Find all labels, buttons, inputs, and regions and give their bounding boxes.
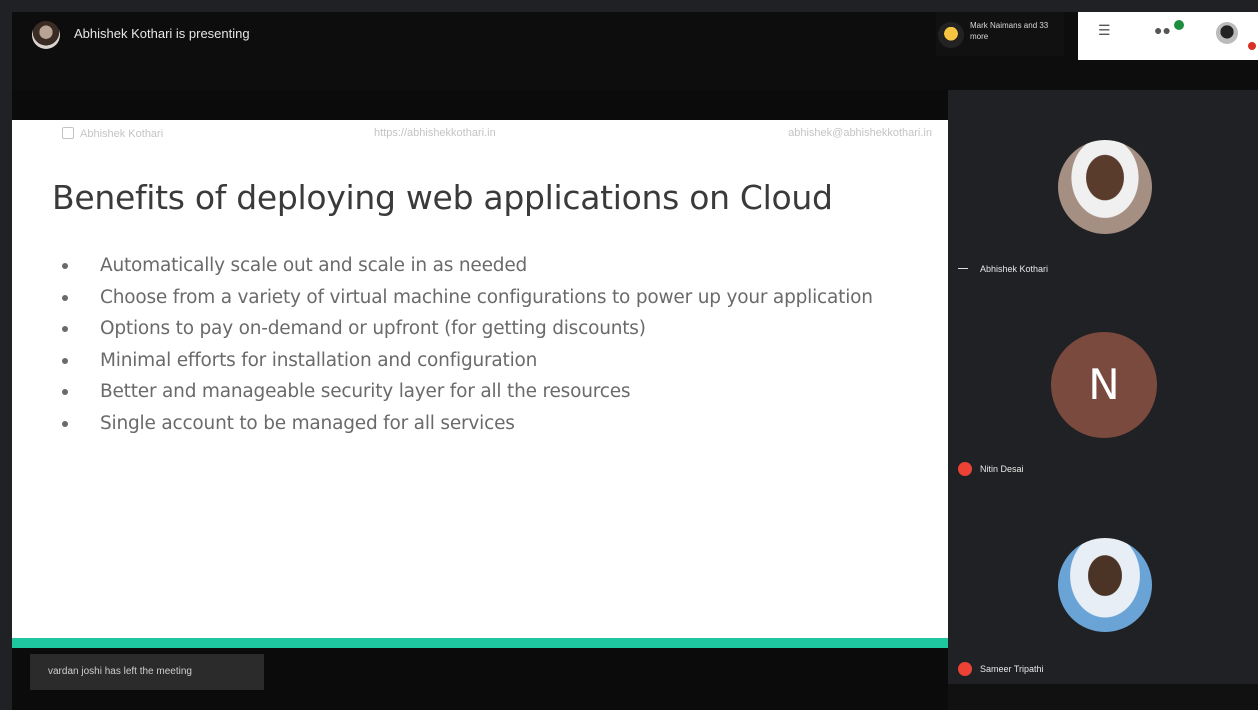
bullet-dot-icon bbox=[62, 294, 68, 301]
dash-icon bbox=[958, 268, 968, 269]
slide-header-website: https://abhishekkothari.in bbox=[374, 127, 496, 139]
bullet-item: Better and manageable security layer for… bbox=[60, 376, 880, 408]
participant-photo-avatar[interactable] bbox=[1058, 140, 1152, 234]
meeting-window: Abhishek Kothari is presenting Mark Naim… bbox=[0, 0, 1258, 710]
author-icon bbox=[62, 127, 74, 139]
top-bar: Abhishek Kothari is presenting Mark Naim… bbox=[12, 12, 1258, 90]
participant-avatar bbox=[938, 22, 964, 48]
bullet-item: Automatically scale out and scale in as … bbox=[60, 250, 880, 282]
slide-header: Abhishek Kothari https://abhishekkothari… bbox=[52, 125, 932, 143]
participant-name-row: Nitin Desai bbox=[958, 462, 1024, 476]
presenter-status: Abhishek Kothari is presenting bbox=[74, 26, 250, 41]
notification-badge bbox=[1174, 20, 1184, 30]
bullet-item: Single account to be managed for all ser… bbox=[60, 408, 880, 440]
bullet-item: Choose from a variety of virtual machine… bbox=[60, 282, 880, 314]
presentation-slide: Abhishek Kothari https://abhishekkothari… bbox=[12, 120, 948, 638]
bullet-dot-icon bbox=[62, 263, 68, 269]
slide-bullet-list: Automatically scale out and scale in as … bbox=[60, 250, 880, 439]
bullet-dot-icon bbox=[62, 420, 68, 427]
mic-off-icon bbox=[958, 662, 972, 676]
participant-name-row: Sameer Tripathi bbox=[958, 662, 1044, 676]
slide-title: Benefits of deploying web applications o… bbox=[52, 178, 833, 217]
participant-photo-avatar[interactable] bbox=[1058, 538, 1152, 632]
bullet-dot-icon bbox=[62, 326, 68, 332]
bottom-strip bbox=[948, 684, 1258, 710]
recording-dot-icon bbox=[1248, 42, 1256, 50]
chat-icon[interactable]: ☰ bbox=[1098, 22, 1111, 39]
self-avatar[interactable] bbox=[1216, 22, 1238, 44]
participant-initial-avatar[interactable]: N bbox=[1051, 332, 1157, 438]
slide-header-email: abhishek@abhishekkothari.in bbox=[788, 127, 932, 139]
top-controls: ☰ ●● bbox=[1078, 12, 1258, 60]
participant-name-row: Abhishek Kothari bbox=[958, 264, 1048, 274]
slide-accent-bar bbox=[12, 638, 948, 648]
slide-header-author: Abhishek Kothari bbox=[80, 128, 164, 140]
mic-off-icon bbox=[958, 462, 972, 476]
people-icon[interactable]: ●● bbox=[1154, 22, 1171, 38]
participants-summary: Mark Naimans and 33 more bbox=[970, 21, 1049, 41]
meeting-notification-toast: vardan joshi has left the meeting bbox=[30, 654, 264, 690]
presenter-avatar bbox=[32, 21, 60, 49]
bullet-item: Options to pay on-demand or upfront (for… bbox=[60, 313, 880, 345]
stage-top-band bbox=[12, 90, 948, 120]
bullet-dot-icon bbox=[62, 389, 68, 395]
bullet-dot-icon bbox=[62, 357, 68, 364]
bullet-item: Minimal efforts for installation and con… bbox=[60, 345, 880, 377]
